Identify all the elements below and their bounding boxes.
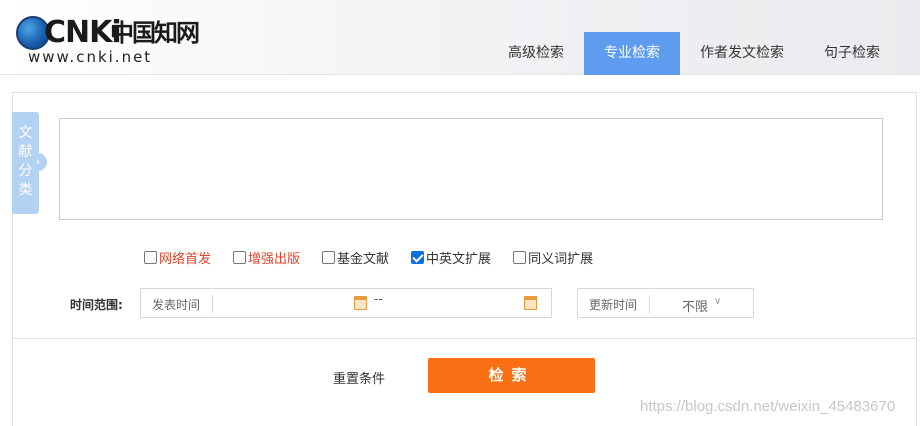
panel-divider — [12, 338, 917, 339]
option-label: 基金文献 — [337, 252, 390, 267]
tab-advanced-search[interactable]: 高级检索 — [488, 32, 584, 75]
search-options: 网络首发 增强出版 基金文献 中英文扩展 同义词扩展 — [144, 248, 615, 267]
cnki-logo[interactable]: CNKi 中国知网 www.cnki.net — [14, 12, 204, 66]
expert-query-input[interactable] — [59, 118, 883, 220]
option-fund-literature[interactable]: 基金文献 — [322, 248, 389, 267]
logo-url: www.cnki.net — [28, 48, 153, 66]
header-bar: CNKi 中国知网 www.cnki.net 高级检索 专业检索 作者发文检索 … — [0, 0, 920, 75]
time-range-label: 时间范围: — [70, 298, 123, 312]
side-tab-char: 类 — [18, 182, 33, 198]
update-time-value: 不限 — [682, 300, 709, 315]
search-type-tabs: 高级检索 专业检索 作者发文检索 句子检索 — [488, 32, 900, 75]
enhanced-publishing-checkbox[interactable] — [233, 251, 247, 264]
tab-sentence-search[interactable]: 句子检索 — [804, 32, 900, 75]
divider — [649, 295, 650, 313]
side-tab-char: 文 — [18, 125, 33, 141]
option-label: 增强出版 — [248, 252, 301, 267]
expand-arrow-icon[interactable]: › — [29, 153, 47, 171]
watermark-text: https://blog.csdn.net/weixin_45483670 — [640, 398, 896, 415]
option-synonym-expansion[interactable]: 同义词扩展 — [513, 248, 593, 267]
chevron-down-icon: ∨ — [714, 296, 722, 307]
update-time-label: 更新时间 — [589, 298, 638, 312]
fund-literature-checkbox[interactable] — [322, 251, 336, 264]
update-time-select[interactable]: 更新时间 不限 ∨ — [577, 288, 754, 318]
online-first-checkbox[interactable] — [144, 251, 157, 264]
logo-chinese: 中国知网 — [110, 18, 200, 47]
option-label: 中英文扩展 — [426, 252, 492, 267]
option-cn-en-expansion[interactable]: 中英文扩展 — [411, 248, 491, 267]
option-enhanced-publishing[interactable]: 增强出版 — [233, 248, 300, 267]
range-separator: -- — [374, 292, 383, 306]
option-label: 同义词扩展 — [528, 252, 594, 267]
calendar-icon[interactable] — [524, 296, 537, 310]
cn-en-expansion-checkbox[interactable] — [411, 251, 425, 264]
publish-date-range: 发表时间 -- — [140, 288, 552, 318]
synonym-expansion-checkbox[interactable] — [513, 251, 527, 264]
publish-time-label: 发表时间 — [152, 298, 201, 312]
tab-author-search[interactable]: 作者发文检索 — [680, 32, 804, 75]
option-label: 网络首发 — [159, 252, 212, 267]
calendar-icon[interactable] — [354, 296, 367, 310]
tab-professional-search[interactable]: 专业检索 — [584, 32, 680, 75]
option-online-first[interactable]: 网络首发 — [144, 248, 211, 267]
divider — [212, 295, 213, 313]
reset-conditions-button[interactable]: 重置条件 — [333, 368, 385, 387]
search-button[interactable]: 检索 — [428, 358, 595, 393]
